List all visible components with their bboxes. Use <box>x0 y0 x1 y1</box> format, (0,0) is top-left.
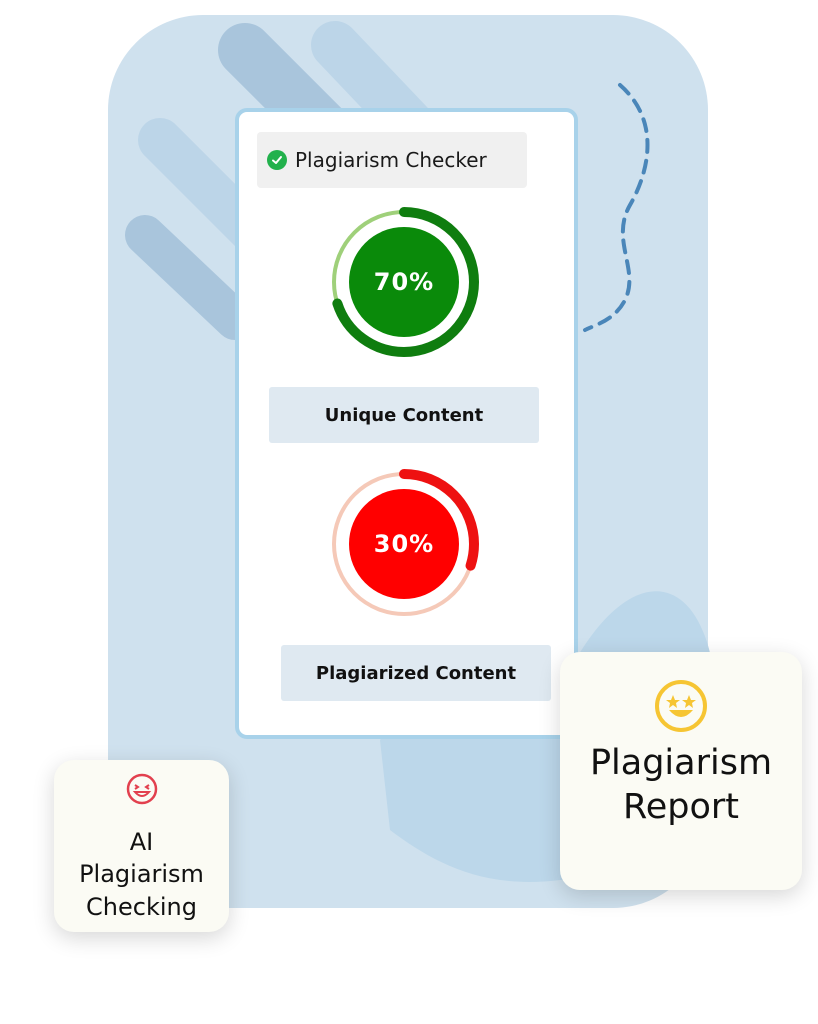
star-eyes-face-icon <box>653 678 709 738</box>
plagiarized-percent: 30% <box>349 489 459 599</box>
app-title: Plagiarism Checker <box>295 148 487 172</box>
ai-plagiarism-checking-card: AI Plagiarism Checking <box>54 760 229 932</box>
laughing-face-icon <box>125 772 159 810</box>
plagiarized-content-label: Plagiarized Content <box>281 645 551 701</box>
plagiarism-report-text: Plagiarism Report <box>589 743 773 827</box>
check-circle-icon <box>267 150 287 170</box>
unique-percent: 70% <box>349 227 459 337</box>
ai-plagiarism-checking-text: AI Plagiarism Checking <box>79 828 204 921</box>
app-header: Plagiarism Checker <box>257 132 527 188</box>
unique-content-label: Unique Content <box>269 387 539 443</box>
phone-frame: Plagiarism Checker 70% Unique Content 30… <box>235 108 578 739</box>
plagiarism-report-card: Plagiarism Report <box>560 652 802 890</box>
